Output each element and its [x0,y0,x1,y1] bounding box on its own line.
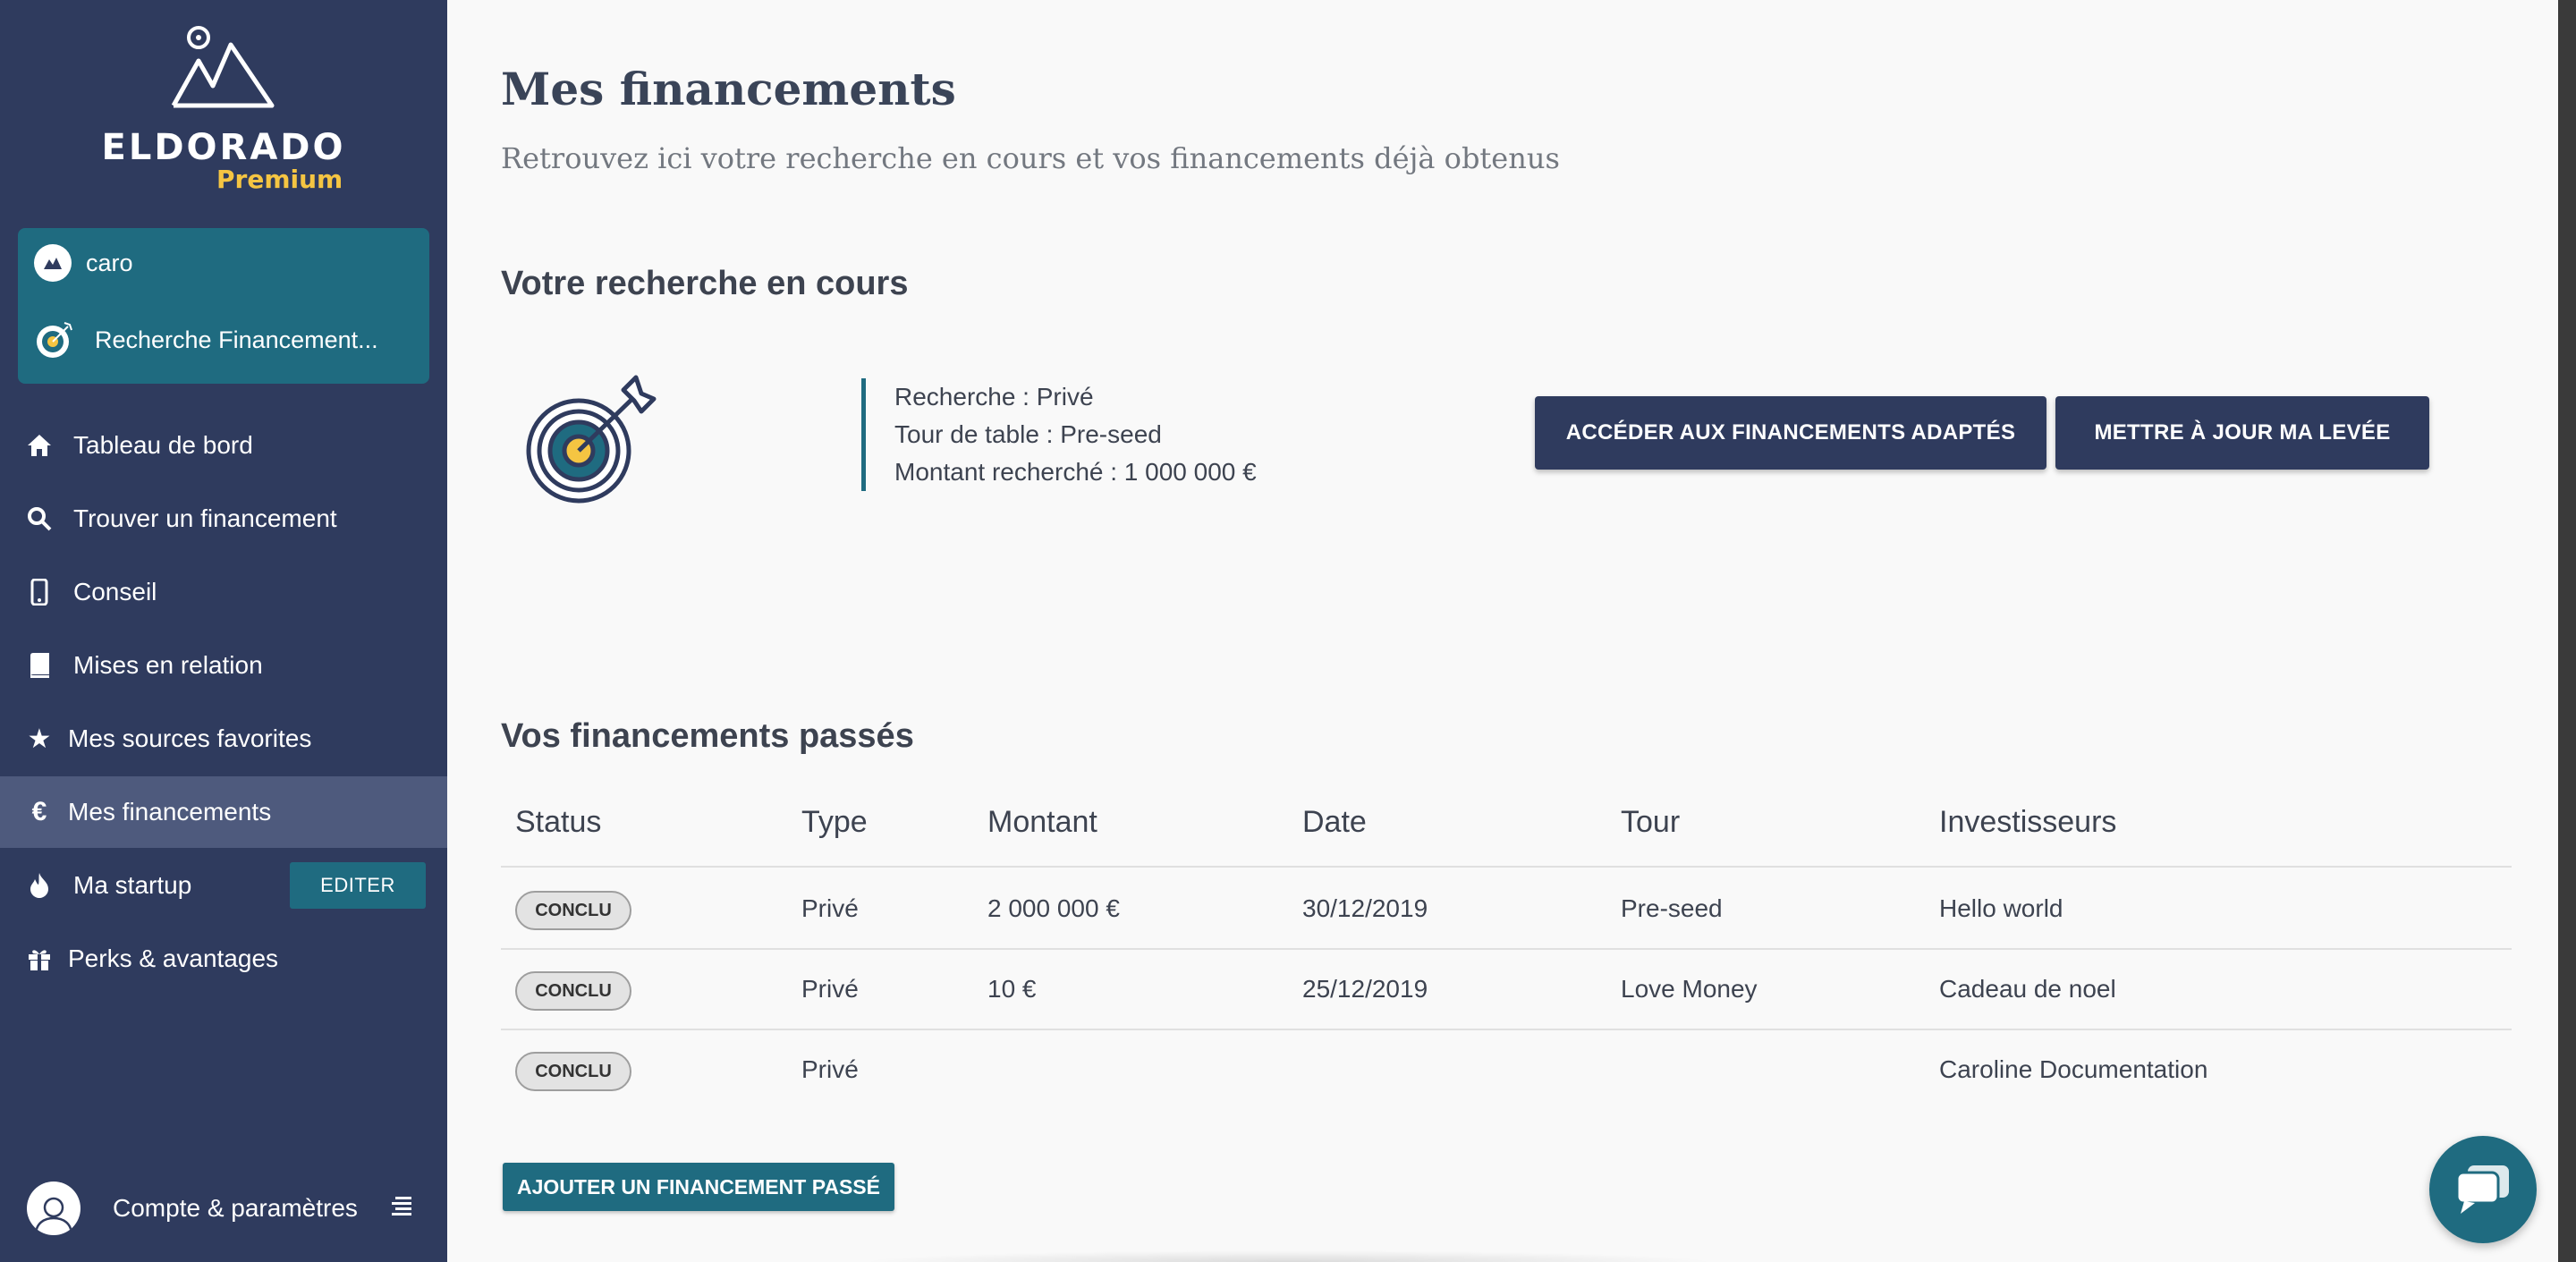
status-badge: CONCLU [515,971,631,1011]
search-type: Recherche : Privé [894,383,1094,411]
page-title: Mes financements [501,63,956,115]
sidebar-item-favorites[interactable]: ★ Mes sources favorites [0,703,447,775]
sidebar-item-label: Mises en relation [73,651,263,679]
collapse-menu-icon[interactable] [390,1195,413,1216]
row-type: Privé [801,1055,859,1083]
user-avatar-icon [27,1182,80,1235]
row-round: Love Money [1621,975,1758,1003]
account-settings-label: Compte & paramètres [113,1194,358,1222]
brand-name: ELDORADO [101,127,346,168]
sidebar-item-connections[interactable]: Mises en relation [0,630,447,701]
column-amount[interactable]: Montant [987,805,1097,840]
column-type[interactable]: Type [801,805,868,840]
row-investors: Caroline Documentation [1939,1055,2208,1083]
sidebar-item-label: Tableau de bord [73,431,253,459]
access-funding-button[interactable]: ACCÉDER AUX FINANCEMENTS ADAPTÉS [1535,396,2046,470]
account-user-name: caro [86,249,133,276]
current-search-title: Votre recherche en cours [501,265,909,302]
sidebar-item-find-funding[interactable]: Trouver un financement [0,483,447,555]
sidebar: ELDORADO Premium caro Recherche Financem… [0,0,447,1262]
chat-icon [2455,1165,2509,1214]
search-round: Tour de table : Pre-seed [894,420,1162,448]
brand-tier: Premium [216,165,343,194]
account-project-name: Recherche Financement... [95,326,378,353]
book-icon [23,649,55,682]
target-arrow-icon [526,375,657,504]
sidebar-item-my-funding[interactable]: € Mes financements [0,776,447,848]
status-badge: CONCLU [515,891,631,930]
sidebar-item-label: Perks & avantages [68,944,279,972]
column-date[interactable]: Date [1302,805,1367,840]
row-investors: Hello world [1939,894,2063,922]
row-date: 25/12/2019 [1302,975,1428,1003]
account-settings-link[interactable]: Compte & paramètres [0,1177,447,1240]
home-icon [23,429,55,462]
row-date: 30/12/2019 [1302,894,1428,922]
phone-icon [23,576,55,608]
sidebar-item-dashboard[interactable]: Tableau de bord [0,410,447,481]
account-user-row[interactable]: caro [34,241,133,285]
row-type: Privé [801,894,859,922]
sidebar-item-advice[interactable]: Conseil [0,556,447,628]
euro-icon: € [31,797,47,826]
star-icon: ★ [27,724,52,754]
gift-icon [23,943,55,975]
update-raise-button[interactable]: METTRE À JOUR MA LEVÉE [2055,396,2429,470]
window-edge [2558,0,2576,1262]
row-round: Pre-seed [1621,894,1723,922]
sidebar-item-label: Mes financements [68,798,272,826]
row-amount: 10 € [987,975,1037,1003]
search-icon [23,503,55,535]
column-round[interactable]: Tour [1621,805,1680,840]
sidebar-item-label: Mes sources favorites [68,724,312,752]
table-row[interactable]: CONCLU Privé 10 € 25/12/2019 Love Money … [501,950,2512,1030]
sidebar-item-label: Trouver un financement [73,504,337,532]
startup-avatar-icon [34,244,72,282]
fire-icon [23,869,55,902]
sidebar-item-perks[interactable]: Perks & avantages [0,923,447,995]
sidebar-item-label: Conseil [73,578,157,606]
current-search-details: Recherche : Privé Tour de table : Pre-se… [861,378,1257,491]
search-amount: Montant recherché : 1 000 000 € [894,458,1257,486]
mountain-logo-icon [171,26,275,108]
add-past-funding-button[interactable]: AJOUTER UN FINANCEMENT PASSÉ [503,1163,894,1211]
bottom-shadow [859,1250,1717,1262]
account-project-row[interactable]: Recherche Financement... [34,318,378,362]
table-row[interactable]: CONCLU Privé Caroline Documentation [501,1030,2512,1111]
row-amount: 2 000 000 € [987,894,1120,922]
edit-startup-button[interactable]: EDITER [290,862,426,909]
table-row[interactable]: CONCLU Privé 2 000 000 € 30/12/2019 Pre-… [501,869,2512,950]
past-funding-title: Vos financements passés [501,717,914,755]
target-icon [37,322,72,358]
table-header: Status Type Montant Date Tour Investisse… [501,794,2512,868]
account-box[interactable]: caro Recherche Financement... [18,228,429,384]
page-subtitle: Retrouvez ici votre recherche en cours e… [501,141,1560,175]
eldorado-logo[interactable]: ELDORADO Premium [0,18,447,197]
status-badge: CONCLU [515,1052,631,1091]
row-investors: Cadeau de noel [1939,975,2116,1003]
main-content: Mes financements Retrouvez ici votre rec… [447,0,2558,1262]
column-status[interactable]: Status [515,805,601,840]
column-investors[interactable]: Investisseurs [1939,805,2116,840]
chat-button[interactable] [2429,1136,2537,1243]
row-type: Privé [801,975,859,1003]
sidebar-item-label: Ma startup [73,871,192,899]
